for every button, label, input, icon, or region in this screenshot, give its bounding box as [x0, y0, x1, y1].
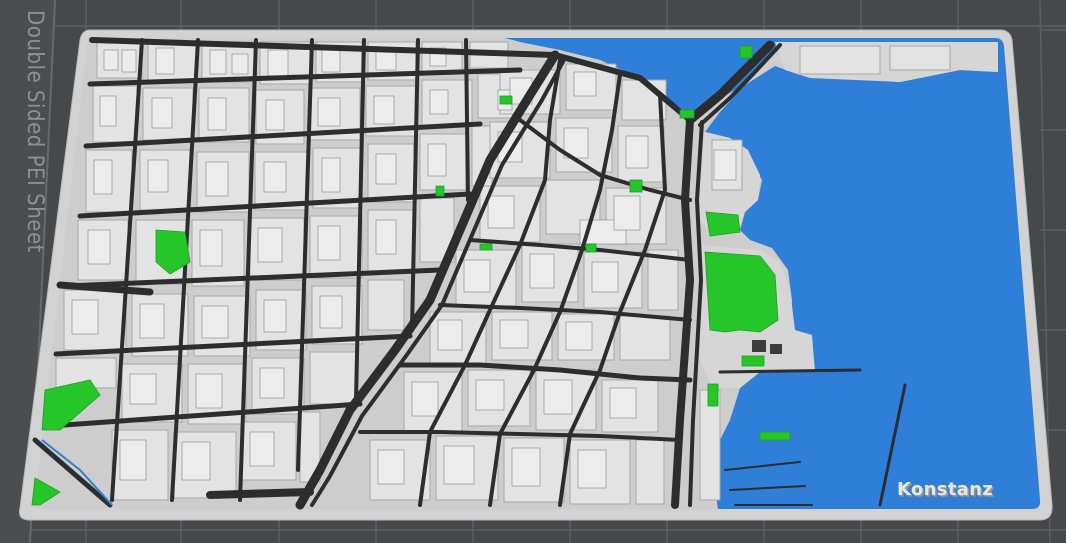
- park-small-2: [629, 179, 643, 193]
- park-island: [705, 211, 741, 237]
- city-name-label: Konstanz: [897, 479, 993, 500]
- park-small-1: [435, 185, 445, 197]
- city-map-model[interactable]: [0, 0, 1066, 543]
- park-small-4: [679, 109, 695, 119]
- park-small-6: [741, 355, 765, 367]
- park-small-9: [479, 243, 493, 251]
- park-small-3: [499, 95, 513, 105]
- park-small-5: [739, 45, 753, 59]
- park-small-7: [759, 431, 791, 441]
- park-small-8: [707, 383, 719, 407]
- park-small-10: [585, 243, 597, 253]
- 3d-viewport[interactable]: Double Sided PEI Sheet Konstanz: [0, 0, 1066, 543]
